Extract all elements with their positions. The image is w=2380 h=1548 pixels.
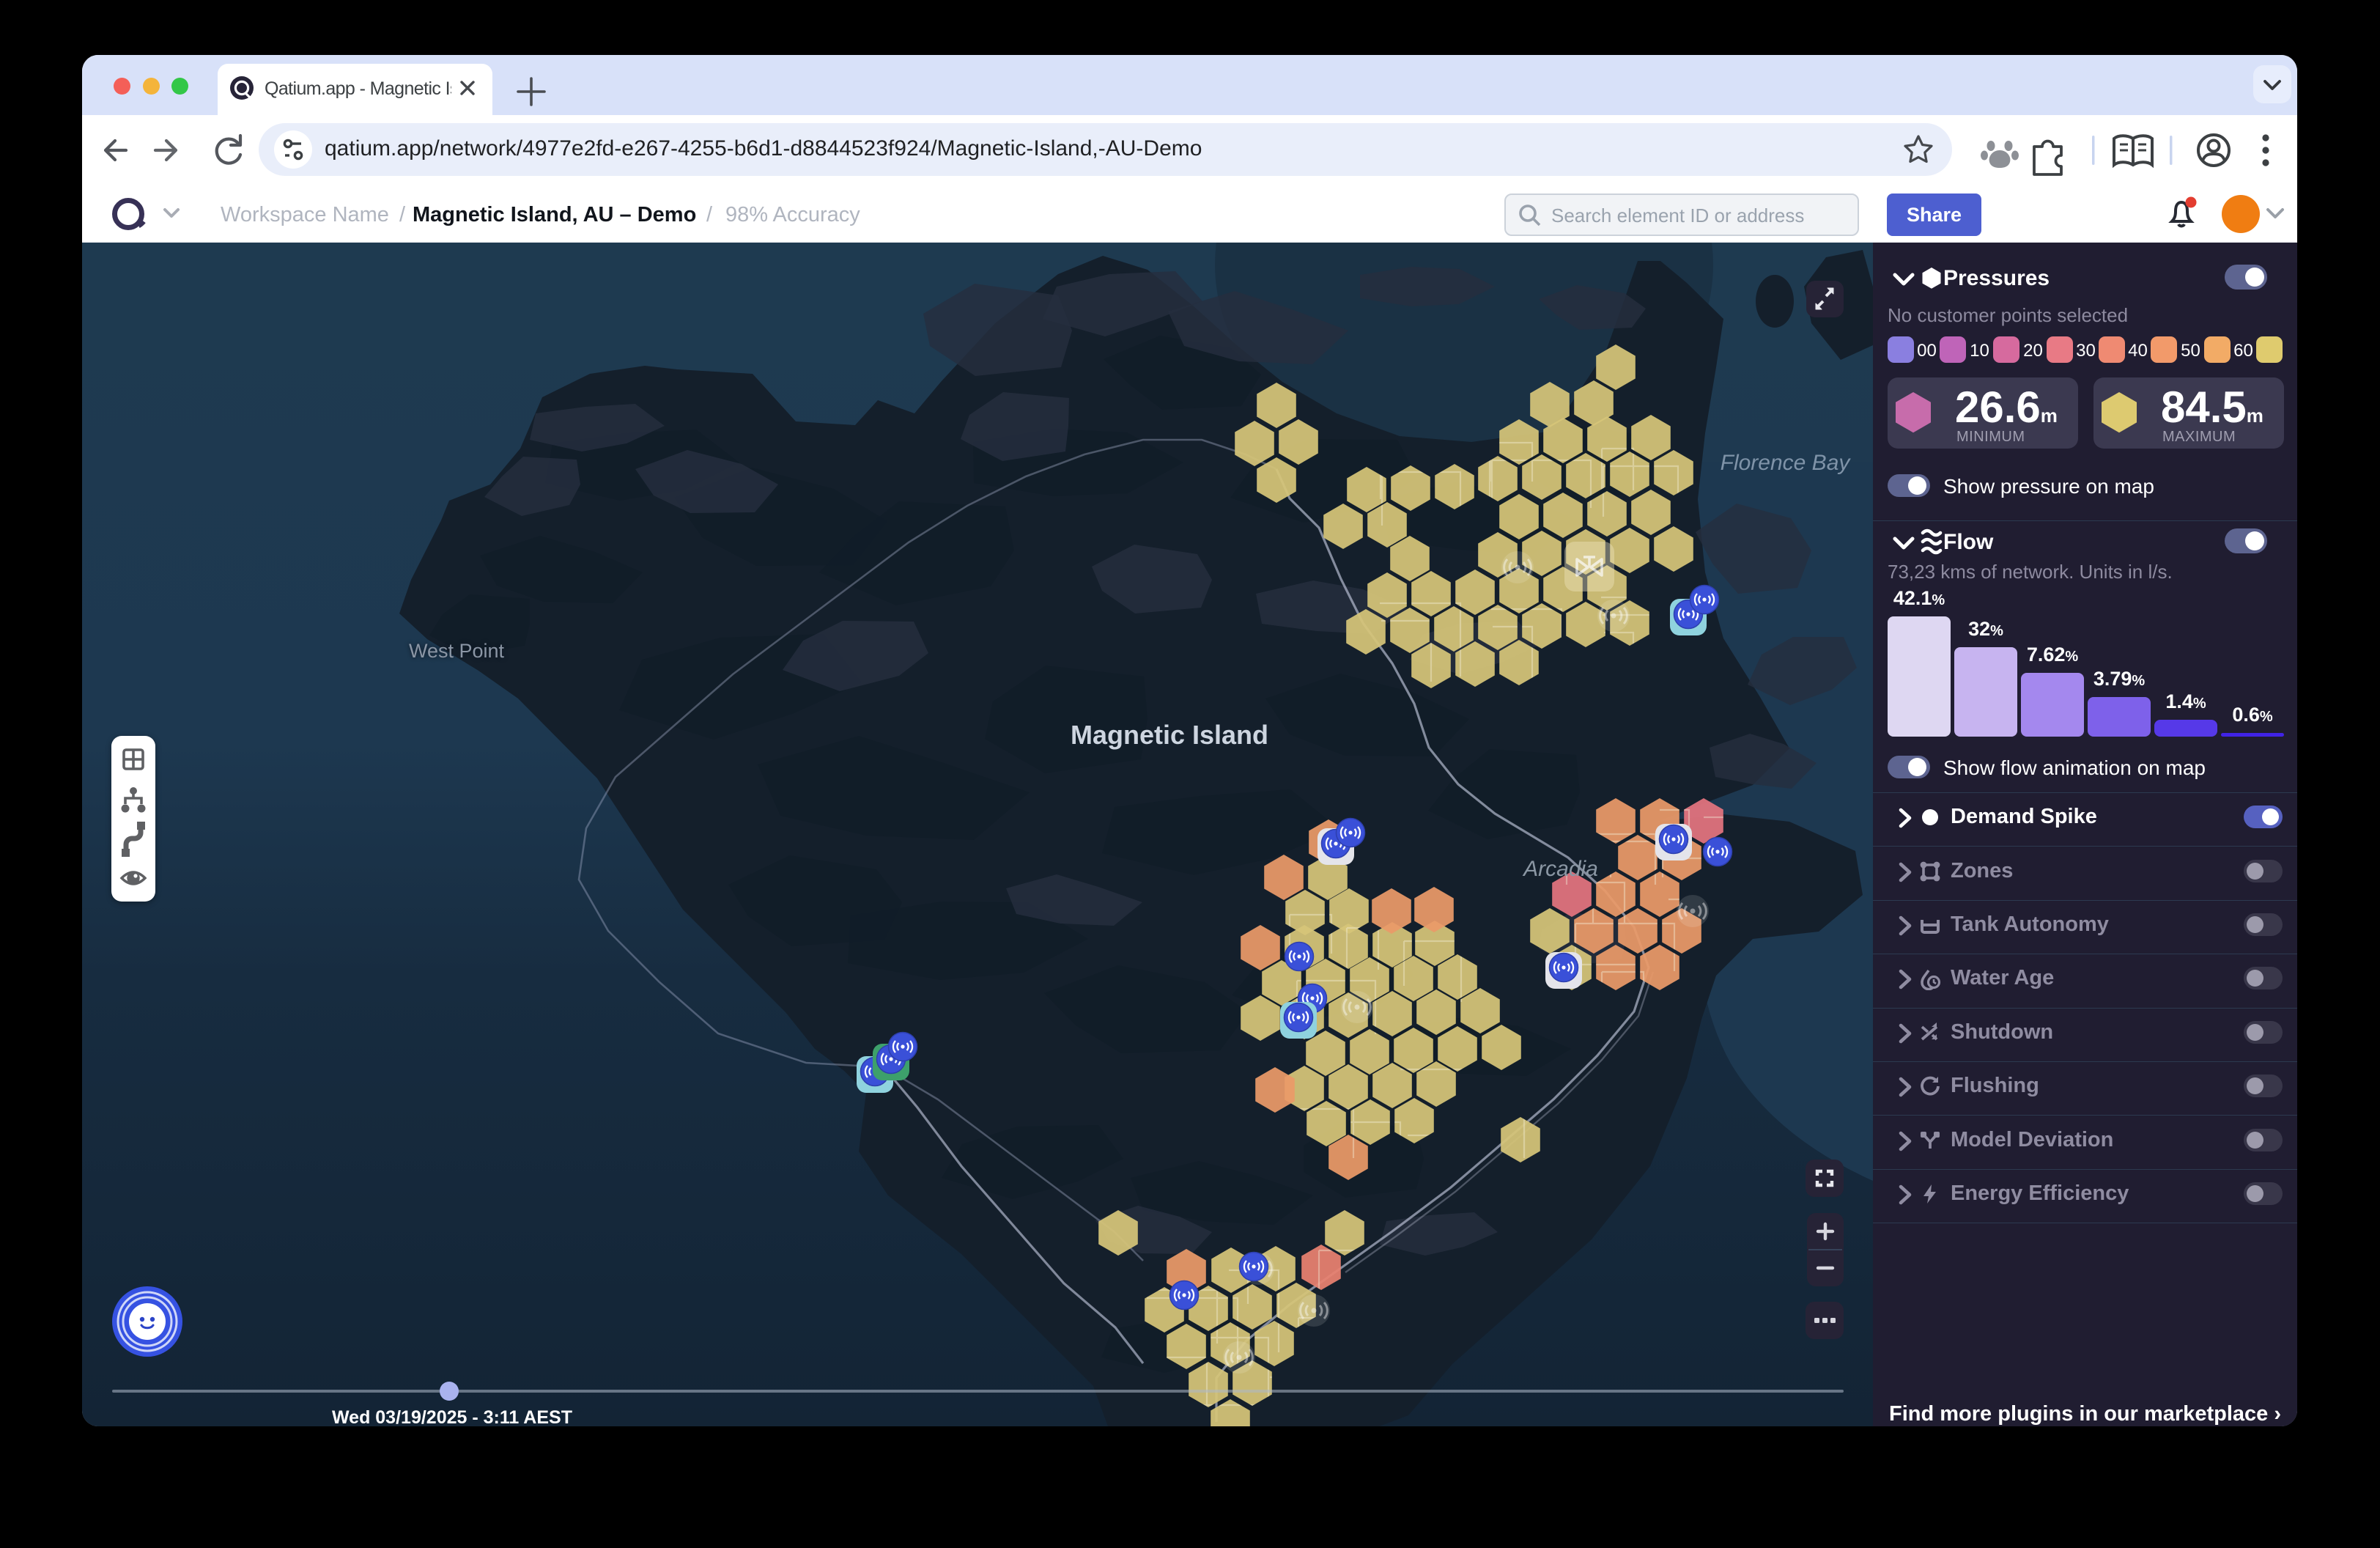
svg-text:Magnetic Island: Magnetic Island <box>1071 720 1268 750</box>
svg-text:Florence Bay: Florence Bay <box>1721 451 1852 475</box>
svg-text:Arcadia: Arcadia <box>1522 857 1598 881</box>
svg-text:West Point: West Point <box>409 640 505 662</box>
